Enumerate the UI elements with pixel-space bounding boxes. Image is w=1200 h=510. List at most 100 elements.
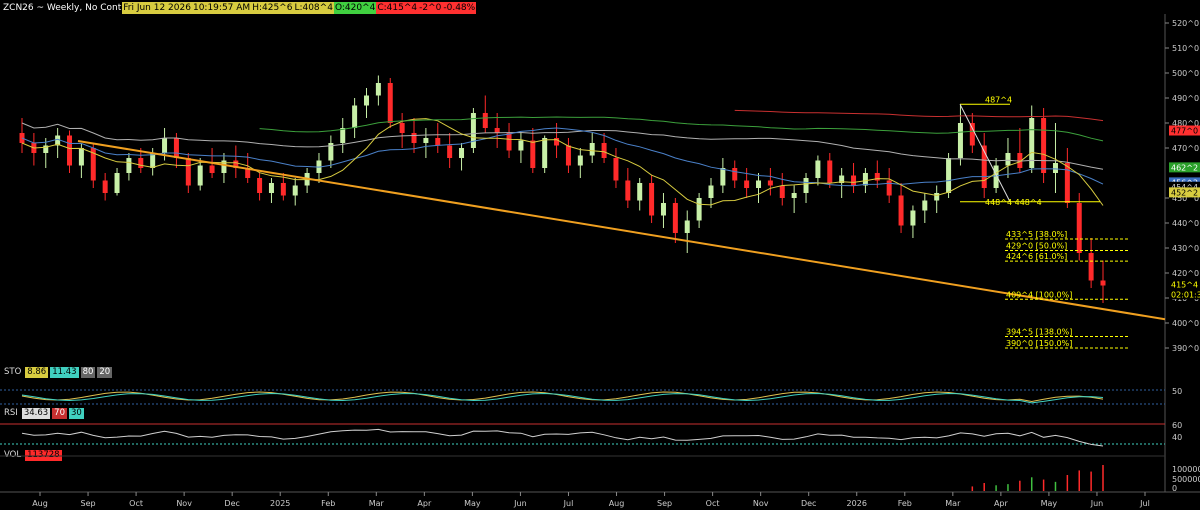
price-tag-label: 462^2 <box>1171 163 1198 172</box>
candle-body <box>660 203 666 216</box>
price-tick-label: 500^0 <box>1172 69 1199 78</box>
candle-body <box>542 138 548 168</box>
candle-body <box>862 173 868 186</box>
candle-body <box>162 138 168 153</box>
vol-axis-label-0: 0 <box>1172 484 1177 493</box>
candle-body <box>173 138 179 158</box>
candle-body <box>340 128 346 143</box>
time-axis-label: Sep <box>657 499 672 508</box>
candle-body <box>637 183 643 201</box>
candle-body <box>696 198 702 221</box>
time-axis-label: Feb <box>898 499 912 508</box>
time-axis-label: 2026 <box>847 499 867 508</box>
candle-body <box>1088 253 1094 281</box>
price-tick-label: 390^0 <box>1172 344 1199 353</box>
candle-body <box>435 138 441 146</box>
price-tick-label: 400^0 <box>1172 319 1199 328</box>
chart-canvas[interactable]: 520^0510^0500^0490^0480^0470^0450^0440^0… <box>0 0 1200 510</box>
candle-body <box>946 158 952 193</box>
sto-k-line <box>21 391 1104 403</box>
time-axis-label: Nov <box>753 499 769 508</box>
candle-body <box>720 168 726 186</box>
candle-body <box>910 210 916 226</box>
time-axis-label: Dec <box>801 499 816 508</box>
candle-body <box>78 148 84 166</box>
candle-body <box>744 180 750 188</box>
price-tick-label: 520^0 <box>1172 19 1199 28</box>
candle-body <box>791 193 797 198</box>
candle-body <box>411 133 417 143</box>
fib-level-label: 390^0 [150.0%] <box>1006 339 1072 348</box>
candle-body <box>993 165 999 188</box>
candle-body <box>672 203 678 233</box>
candle-body <box>851 175 857 186</box>
candle-body <box>589 143 595 156</box>
time-axis-label: Oct <box>706 499 720 508</box>
price-tick-label: 430^0 <box>1172 244 1199 253</box>
candle-body <box>732 168 738 181</box>
time-axis-label: 2025 <box>270 499 290 508</box>
vol-axis-label-100000: 100000 <box>1172 465 1200 474</box>
candle-body <box>423 138 429 143</box>
fib-level-label: 433^5 [38.0%] <box>1006 230 1067 239</box>
price-tag-label: 452^2 <box>1171 188 1198 197</box>
rsi-axis-label-40: 40 <box>1172 433 1182 442</box>
price-tick-label: 490^0 <box>1172 94 1199 103</box>
price-tag-label: 02:01:3 <box>1171 290 1200 299</box>
candle-body <box>518 140 524 151</box>
time-axis-label: Apr <box>994 499 1009 508</box>
candle-body <box>482 113 488 128</box>
candle-body <box>352 105 358 128</box>
time-axis-label: Sep <box>81 499 96 508</box>
candle-body <box>268 183 274 193</box>
swing-low-label: 448^4 448^4 <box>985 198 1042 207</box>
ma-mid-line <box>21 127 1104 187</box>
candle-body <box>209 165 215 173</box>
time-axis-label: Jul <box>1139 499 1150 508</box>
candle-body <box>767 180 773 186</box>
candle-body <box>399 123 405 133</box>
trendline <box>77 140 1166 321</box>
candle-body <box>922 200 928 211</box>
candle-body <box>114 173 120 193</box>
candle-body <box>649 183 655 216</box>
candle-body <box>138 158 144 168</box>
candle-body <box>898 195 904 226</box>
candle-body <box>1064 163 1070 203</box>
time-axis-label: Jun <box>1090 499 1104 508</box>
candle-body <box>1076 203 1082 253</box>
fib-level-label: 424^6 [61.0%] <box>1006 252 1067 261</box>
price-tick-label: 440^0 <box>1172 219 1199 228</box>
candle-body <box>779 185 785 198</box>
candle-body <box>363 95 369 106</box>
candle-body <box>375 83 381 96</box>
candle-body <box>280 183 286 196</box>
time-axis-label: Nov <box>176 499 192 508</box>
candle-body <box>601 143 607 158</box>
candle-body <box>292 185 298 196</box>
time-axis-label: Aug <box>32 499 48 508</box>
time-axis-label: Mar <box>369 499 385 508</box>
candle-body <box>969 123 975 146</box>
candle-body <box>684 220 690 233</box>
fib-level-label: 409^4 [100.0%] <box>1006 290 1072 299</box>
candle-body <box>756 180 762 188</box>
ma-long-line <box>21 122 1104 170</box>
candle-body <box>815 160 821 178</box>
time-axis-label: Feb <box>321 499 335 508</box>
price-tick-label: 470^0 <box>1172 144 1199 153</box>
candle-body <box>613 158 619 181</box>
candle-body <box>102 180 108 193</box>
time-axis-label: Dec <box>224 499 239 508</box>
candle-body <box>506 133 512 151</box>
candle-body <box>1005 153 1011 166</box>
ma-red-line <box>734 109 1104 122</box>
swing-high-label: 487^4 <box>985 95 1012 104</box>
candle-body <box>387 83 393 123</box>
sto-axis-label: 50 <box>1172 387 1182 396</box>
candle-body <box>197 165 203 186</box>
vol-axis-label-500000: 500000 <box>1172 475 1200 484</box>
candle-body <box>934 193 940 201</box>
candle-body <box>827 160 833 183</box>
candle-body <box>126 158 132 173</box>
